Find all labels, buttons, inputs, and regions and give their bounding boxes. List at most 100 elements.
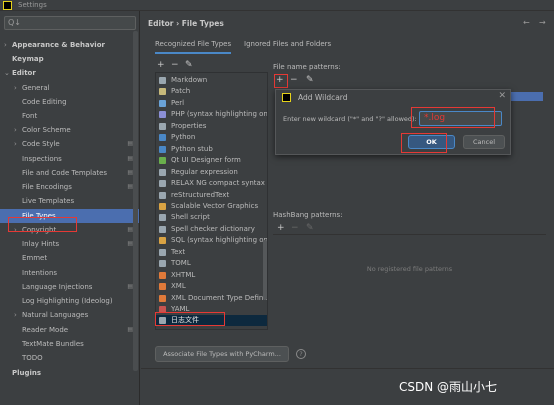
- sidebar-scrollbar[interactable]: [133, 31, 138, 371]
- sidebar-item-label: Live Templates: [22, 197, 75, 205]
- close-icon[interactable]: ✕: [498, 91, 506, 101]
- sidebar-item-keymap[interactable]: Keymap: [0, 52, 139, 66]
- file-type-row[interactable]: Text: [156, 247, 267, 258]
- back-arrow-icon[interactable]: ←: [523, 18, 530, 27]
- help-icon[interactable]: ?: [296, 349, 306, 359]
- dialog-title: Add Wildcard: [298, 93, 348, 102]
- expand-arrow-icon[interactable]: ›: [14, 81, 17, 95]
- file-type-label: XML Document Type Definitio: [171, 293, 268, 302]
- tab-ignored-files[interactable]: Ignored Files and Folders: [244, 40, 331, 48]
- hashbang-patterns-label: HashBang patterns:: [273, 211, 343, 219]
- file-type-row[interactable]: Perl: [156, 98, 267, 109]
- expand-arrow-icon[interactable]: ⌄: [4, 66, 10, 80]
- file-type-row[interactable]: Spell checker dictionary: [156, 224, 267, 235]
- file-type-icon: [159, 99, 166, 107]
- sidebar-item-label: Language Injections: [22, 283, 93, 291]
- expand-arrow-icon[interactable]: ›: [4, 38, 7, 52]
- tab-recognized-file-types[interactable]: Recognized File Types: [155, 40, 232, 54]
- sidebar-item-file-encodings[interactable]: File Encodings ▤: [0, 180, 139, 194]
- file-type-icon: [159, 294, 166, 302]
- sidebar-item-emmet[interactable]: Emmet: [0, 251, 139, 265]
- file-type-row[interactable]: Regular expression: [156, 167, 267, 178]
- wildcard-prompt-label: Enter new wildcard ("*" and "?" allowed)…: [283, 115, 417, 123]
- file-type-label: Patch: [171, 87, 191, 96]
- remove-file-type-icon[interactable]: −: [171, 60, 179, 70]
- file-type-row[interactable]: XML Document Type Definitio: [156, 293, 268, 304]
- breadcrumb: Editor › File Types: [148, 19, 224, 28]
- sidebar-item-code-editing[interactable]: Code Editing: [0, 95, 139, 109]
- file-type-row[interactable]: Python: [156, 132, 267, 143]
- file-type-row[interactable]: Scalable Vector Graphics: [156, 201, 267, 212]
- expand-arrow-icon[interactable]: ›: [14, 308, 17, 322]
- hashbang-patterns-list: No registered file patterns: [273, 234, 546, 312]
- remove-hashbang-icon[interactable]: −: [291, 223, 299, 233]
- file-type-icon: [159, 202, 166, 210]
- file-type-row[interactable]: Qt UI Designer form: [156, 155, 267, 166]
- file-type-label: RELAX NG compact syntax: [171, 179, 265, 188]
- edit-pattern-icon[interactable]: ✎: [306, 75, 314, 85]
- edit-hashbang-icon[interactable]: ✎: [306, 223, 314, 233]
- file-type-row[interactable]: Python stub: [156, 144, 267, 155]
- sidebar-item-live-templates[interactable]: Live Templates: [0, 194, 139, 208]
- sidebar-item-label: Editor: [12, 69, 36, 77]
- sidebar-item-language-injections[interactable]: Language Injections ▤: [0, 280, 139, 294]
- remove-pattern-icon[interactable]: −: [290, 75, 298, 85]
- sidebar-item-log-highlighting-ideolog[interactable]: Log Highlighting (Ideolog): [0, 294, 139, 308]
- add-file-type-icon[interactable]: +: [157, 60, 165, 70]
- file-type-row[interactable]: Shell script: [156, 212, 267, 223]
- file-type-label: Spell checker dictionary: [171, 224, 255, 233]
- expand-arrow-icon[interactable]: ›: [14, 137, 17, 151]
- annotation-box-wildcard-input: [411, 107, 495, 128]
- sidebar-item-textmate-bundles[interactable]: TextMate Bundles: [0, 337, 139, 351]
- file-type-label: Text: [171, 247, 186, 256]
- sidebar-item-label: File Encodings: [22, 183, 72, 191]
- sidebar-item-inspections[interactable]: Inspections ▤: [0, 152, 139, 166]
- forward-arrow-icon[interactable]: →: [539, 18, 546, 27]
- sidebar-item-inlay-hints[interactable]: Inlay Hints ▤: [0, 237, 139, 251]
- sidebar-item-appearance-behavior[interactable]: › Appearance & Behavior: [0, 38, 139, 52]
- sidebar-item-general[interactable]: › General: [0, 81, 139, 95]
- file-type-row[interactable]: Properties: [156, 121, 267, 132]
- settings-search-input[interactable]: Q↓: [4, 16, 136, 30]
- file-type-row[interactable]: TOML: [156, 258, 267, 269]
- associate-file-types-button[interactable]: Associate File Types with PyCharm...: [155, 346, 289, 362]
- file-type-icon: [159, 260, 166, 268]
- add-hashbang-icon[interactable]: +: [277, 223, 285, 233]
- file-type-icon: [159, 168, 166, 176]
- sidebar-item-reader-mode[interactable]: Reader Mode ▤: [0, 323, 139, 337]
- file-type-row[interactable]: RELAX NG compact syntax: [156, 178, 267, 189]
- file-type-label: reStructuredText: [171, 190, 230, 199]
- file-type-row[interactable]: PHP (syntax highlighting only): [156, 109, 267, 120]
- sidebar-item-color-scheme[interactable]: › Color Scheme: [0, 123, 139, 137]
- sidebar-item-label: Code Style: [22, 140, 60, 148]
- file-type-row[interactable]: SQL (syntax highlighting only): [156, 235, 268, 246]
- sidebar-item-file-and-code-templates[interactable]: File and Code Templates ▤: [0, 166, 139, 180]
- file-types-scrollbar[interactable]: [263, 240, 267, 300]
- sidebar-item-natural-languages[interactable]: › Natural Languages: [0, 308, 139, 322]
- sidebar-item-code-style[interactable]: › Code Style ▤: [0, 137, 139, 151]
- cancel-button[interactable]: Cancel: [463, 135, 505, 149]
- expand-arrow-icon[interactable]: ›: [14, 123, 17, 137]
- file-type-row[interactable]: XML: [156, 281, 267, 292]
- sidebar-item-font[interactable]: Font: [0, 109, 139, 123]
- settings-header: Editor › File Types ← →: [141, 11, 554, 37]
- file-type-row[interactable]: reStructuredText: [156, 190, 267, 201]
- sidebar-item-label: Appearance & Behavior: [12, 41, 105, 49]
- file-type-label: SQL (syntax highlighting only): [171, 236, 268, 245]
- sidebar-item-label: Natural Languages: [22, 311, 89, 319]
- file-type-icon: [159, 214, 166, 222]
- sidebar-item-label: Code Editing: [22, 98, 67, 106]
- sidebar-item-editor[interactable]: ⌄ Editor: [0, 66, 139, 80]
- window-titlebar: Settings: [0, 0, 554, 11]
- file-type-row[interactable]: Markdown: [156, 75, 267, 86]
- sidebar-item-todo[interactable]: TODO: [0, 351, 139, 365]
- sidebar-item-label: Font: [22, 112, 38, 120]
- sidebar-item-label: Inspections: [22, 155, 62, 163]
- sidebar-item-plugins[interactable]: Plugins: [0, 366, 139, 380]
- sidebar-item-intentions[interactable]: Intentions: [0, 266, 139, 280]
- edit-file-type-icon[interactable]: ✎: [185, 60, 193, 70]
- file-type-row[interactable]: XHTML: [156, 270, 267, 281]
- sidebar-item-label: Color Scheme: [22, 126, 71, 134]
- file-type-row[interactable]: Patch: [156, 86, 267, 97]
- sidebar-item-label: Plugins: [12, 369, 42, 377]
